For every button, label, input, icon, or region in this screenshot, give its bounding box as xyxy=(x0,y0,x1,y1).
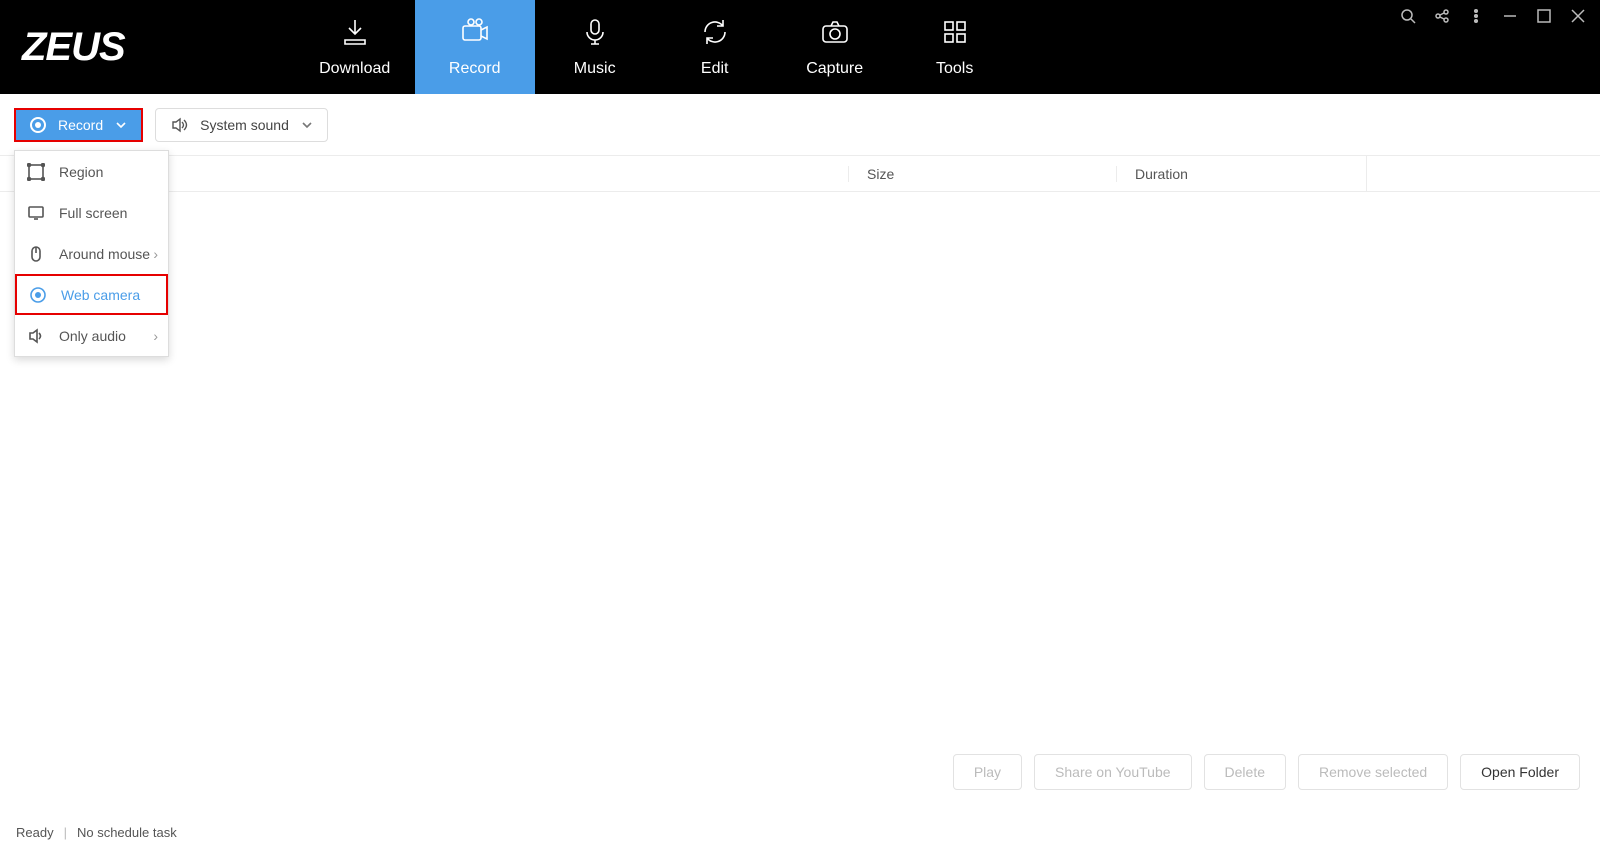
nav-capture-label: Capture xyxy=(806,60,863,78)
top-nav: ZEUS Download Record Music Edit xyxy=(0,0,1600,94)
refresh-icon xyxy=(699,16,731,48)
audio-icon xyxy=(27,327,45,345)
nav-download[interactable]: Download xyxy=(295,0,415,94)
delete-button[interactable]: Delete xyxy=(1204,754,1286,790)
nav-music-label: Music xyxy=(574,60,616,78)
column-size[interactable]: Size xyxy=(848,166,1116,182)
bottom-buttons: Play Share on YouTube Delete Remove sele… xyxy=(953,754,1580,790)
record-dropdown: Region Full screen Around mouse › Web ca… xyxy=(14,150,169,357)
nav-record[interactable]: Record xyxy=(415,0,535,94)
column-duration[interactable]: Duration xyxy=(1116,166,1366,182)
dropdown-item-label: Around mouse xyxy=(59,246,150,262)
dropdown-item-label: Region xyxy=(59,164,103,180)
search-icon[interactable] xyxy=(1400,8,1416,24)
status-ready: Ready xyxy=(16,825,54,840)
webcam-icon xyxy=(29,286,47,304)
dropdown-item-label: Web camera xyxy=(61,287,140,303)
share-icon[interactable] xyxy=(1434,8,1450,24)
toolbar: Record System sound xyxy=(0,94,1600,155)
status-separator: | xyxy=(64,825,67,840)
nav-items: Download Record Music Edit Capture xyxy=(295,0,1015,94)
system-sound-label: System sound xyxy=(200,117,289,133)
nav-tools[interactable]: Tools xyxy=(895,0,1015,94)
dropdown-item-around-mouse[interactable]: Around mouse › xyxy=(15,233,168,274)
record-button-label: Record xyxy=(58,117,103,133)
chevron-right-icon: › xyxy=(153,246,158,262)
dropdown-item-fullscreen[interactable]: Full screen xyxy=(15,192,168,233)
column-divider xyxy=(1366,156,1367,191)
nav-edit[interactable]: Edit xyxy=(655,0,775,94)
dropdown-item-web-camera[interactable]: Web camera xyxy=(15,274,168,315)
nav-edit-label: Edit xyxy=(701,60,729,78)
window-controls xyxy=(1400,8,1586,24)
app-logo: ZEUS xyxy=(22,25,125,70)
nav-record-label: Record xyxy=(449,60,501,78)
speaker-icon xyxy=(170,116,188,134)
remove-selected-button[interactable]: Remove selected xyxy=(1298,754,1448,790)
region-icon xyxy=(27,163,45,181)
nav-download-label: Download xyxy=(319,60,390,78)
video-camera-icon xyxy=(459,16,491,48)
mouse-icon xyxy=(27,245,45,263)
dropdown-item-region[interactable]: Region xyxy=(15,151,168,192)
maximize-icon[interactable] xyxy=(1536,8,1552,24)
microphone-icon xyxy=(579,16,611,48)
record-button[interactable]: Record xyxy=(14,108,143,142)
chevron-down-icon xyxy=(115,119,127,131)
share-youtube-button[interactable]: Share on YouTube xyxy=(1034,754,1191,790)
table-header: Size Duration xyxy=(0,155,1600,192)
play-button[interactable]: Play xyxy=(953,754,1022,790)
more-icon[interactable] xyxy=(1468,8,1484,24)
status-bar: Ready | No schedule task xyxy=(0,814,1600,850)
nav-capture[interactable]: Capture xyxy=(775,0,895,94)
camera-icon xyxy=(819,16,851,48)
dropdown-item-label: Only audio xyxy=(59,328,126,344)
minimize-icon[interactable] xyxy=(1502,8,1518,24)
status-task: No schedule task xyxy=(77,825,177,840)
close-icon[interactable] xyxy=(1570,8,1586,24)
chevron-right-icon: › xyxy=(153,328,158,344)
download-icon xyxy=(339,16,371,48)
file-list-area xyxy=(0,192,1600,850)
apps-grid-icon xyxy=(939,16,971,48)
system-sound-button[interactable]: System sound xyxy=(155,108,328,142)
open-folder-button[interactable]: Open Folder xyxy=(1460,754,1580,790)
nav-music[interactable]: Music xyxy=(535,0,655,94)
dropdown-item-only-audio[interactable]: Only audio › xyxy=(15,315,168,356)
dropdown-item-label: Full screen xyxy=(59,205,127,221)
nav-tools-label: Tools xyxy=(936,60,973,78)
monitor-icon xyxy=(27,204,45,222)
record-dot-icon xyxy=(30,117,46,133)
chevron-down-icon xyxy=(301,119,313,131)
